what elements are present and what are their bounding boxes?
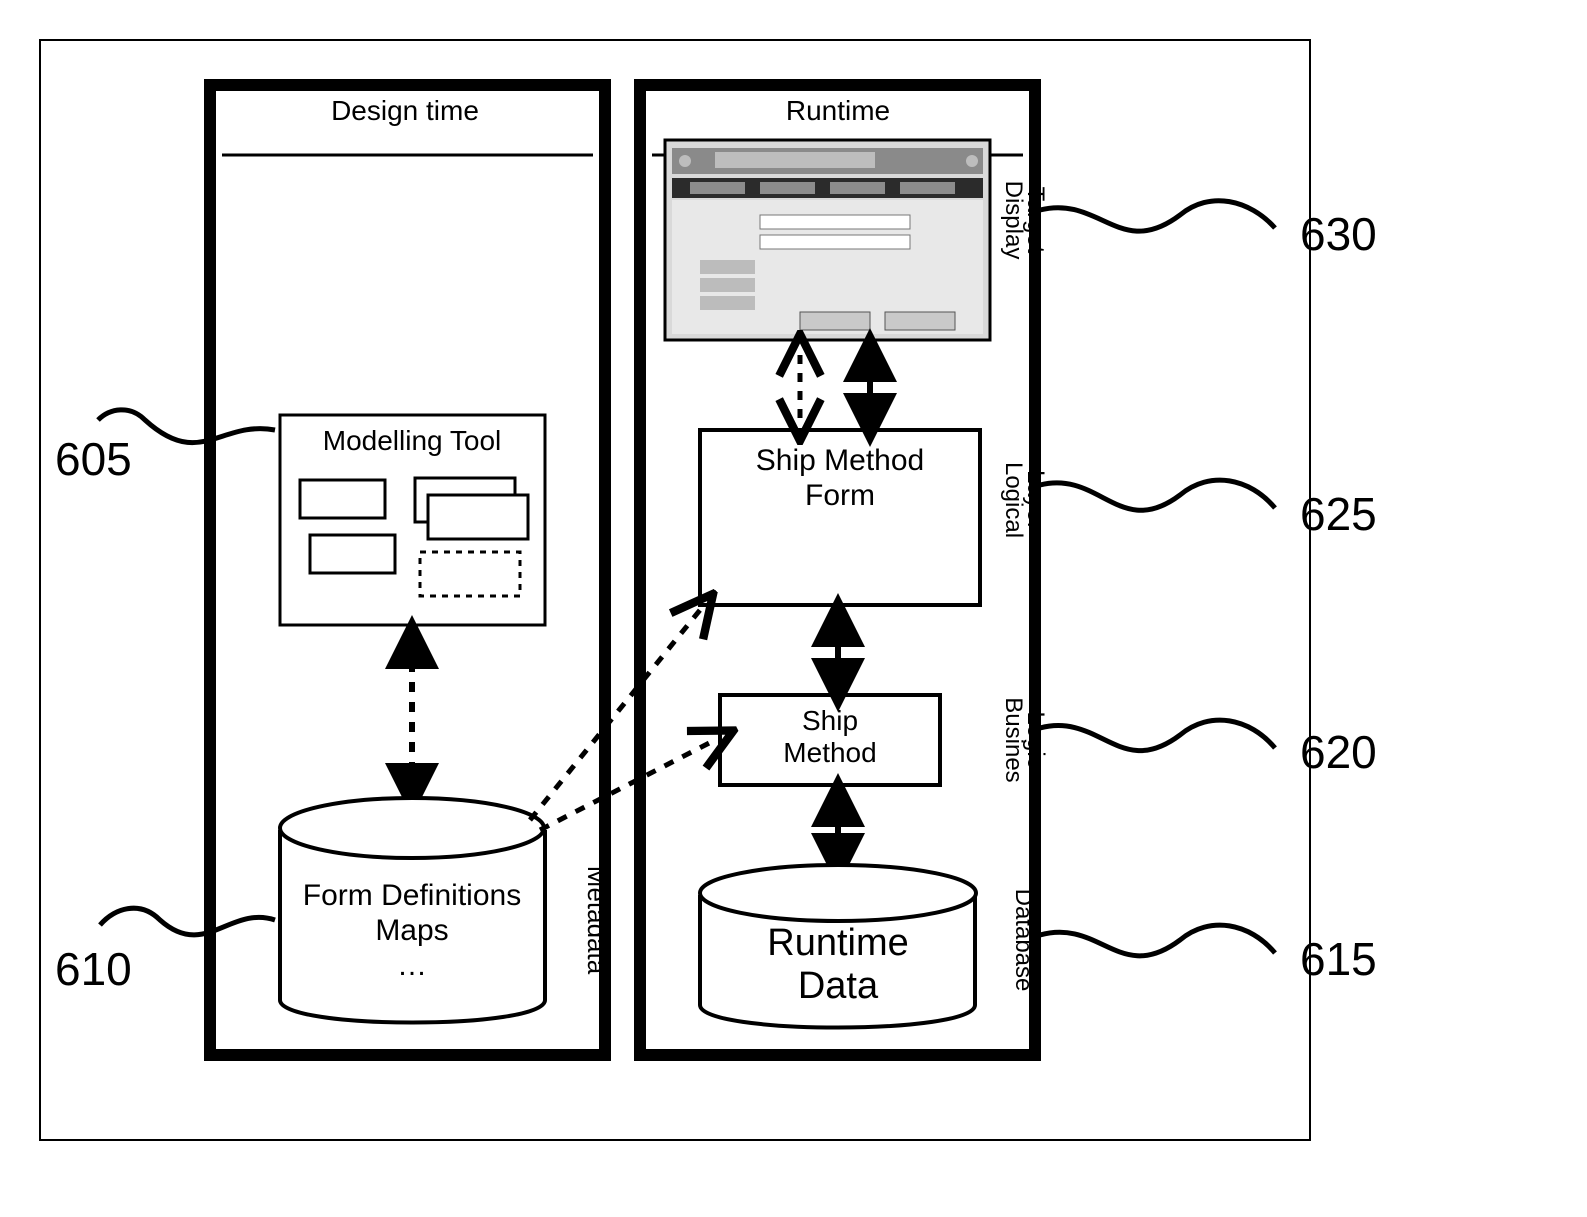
- callout-625: 625: [1300, 488, 1377, 540]
- design-time-panel: Design time Modelling Tool Form Definiti…: [210, 85, 612, 1055]
- ship-method-form-line1: Ship Method: [756, 444, 924, 477]
- metadata-line2: Maps: [375, 914, 448, 947]
- runtime-side-labels: Display Target Logical Layer Busines Log…: [1000, 181, 1049, 992]
- ship-method-form-line2: Form: [805, 479, 875, 512]
- display-target-box: [665, 140, 990, 340]
- callout-610: 610: [55, 943, 132, 995]
- label-business-2: Logic: [1022, 711, 1049, 768]
- label-logical-2: Layer: [1022, 470, 1049, 530]
- callout-605: 605: [55, 433, 132, 485]
- ship-method-box: Ship Method: [720, 695, 940, 785]
- modelling-tool-box: Modelling Tool: [280, 415, 545, 625]
- diagram-root: Design time Modelling Tool Form Definiti…: [0, 0, 1587, 1217]
- metadata-line3: …: [397, 949, 427, 982]
- runtime-panel: Runtime: [640, 85, 1049, 1055]
- arrow-metadata-to-method: [540, 740, 715, 830]
- callout-630: 630: [1300, 208, 1377, 260]
- arrow-metadata-to-form: [530, 610, 700, 820]
- metadata-side-label: Metadata: [582, 866, 612, 975]
- callout-615: 615: [1300, 933, 1377, 985]
- metadata-cylinder: Form Definitions Maps …: [280, 798, 545, 1023]
- runtime-title: Runtime: [786, 95, 890, 126]
- metadata-line1: Form Definitions: [303, 879, 521, 912]
- label-database: Database: [1010, 889, 1037, 992]
- callout-620: 620: [1300, 726, 1377, 778]
- ship-method-form-box: Ship Method Form: [700, 430, 980, 605]
- runtime-data-cylinder: Runtime Data: [700, 865, 976, 1028]
- design-time-title: Design time: [331, 95, 479, 126]
- runtime-data-line1: Runtime: [767, 922, 909, 964]
- label-display-target-2: Target: [1022, 187, 1049, 254]
- ship-method-line2: Method: [783, 737, 876, 768]
- modelling-tool-label: Modelling Tool: [323, 425, 502, 456]
- runtime-data-line2: Data: [798, 965, 879, 1007]
- ship-method-line1: Ship: [802, 705, 858, 736]
